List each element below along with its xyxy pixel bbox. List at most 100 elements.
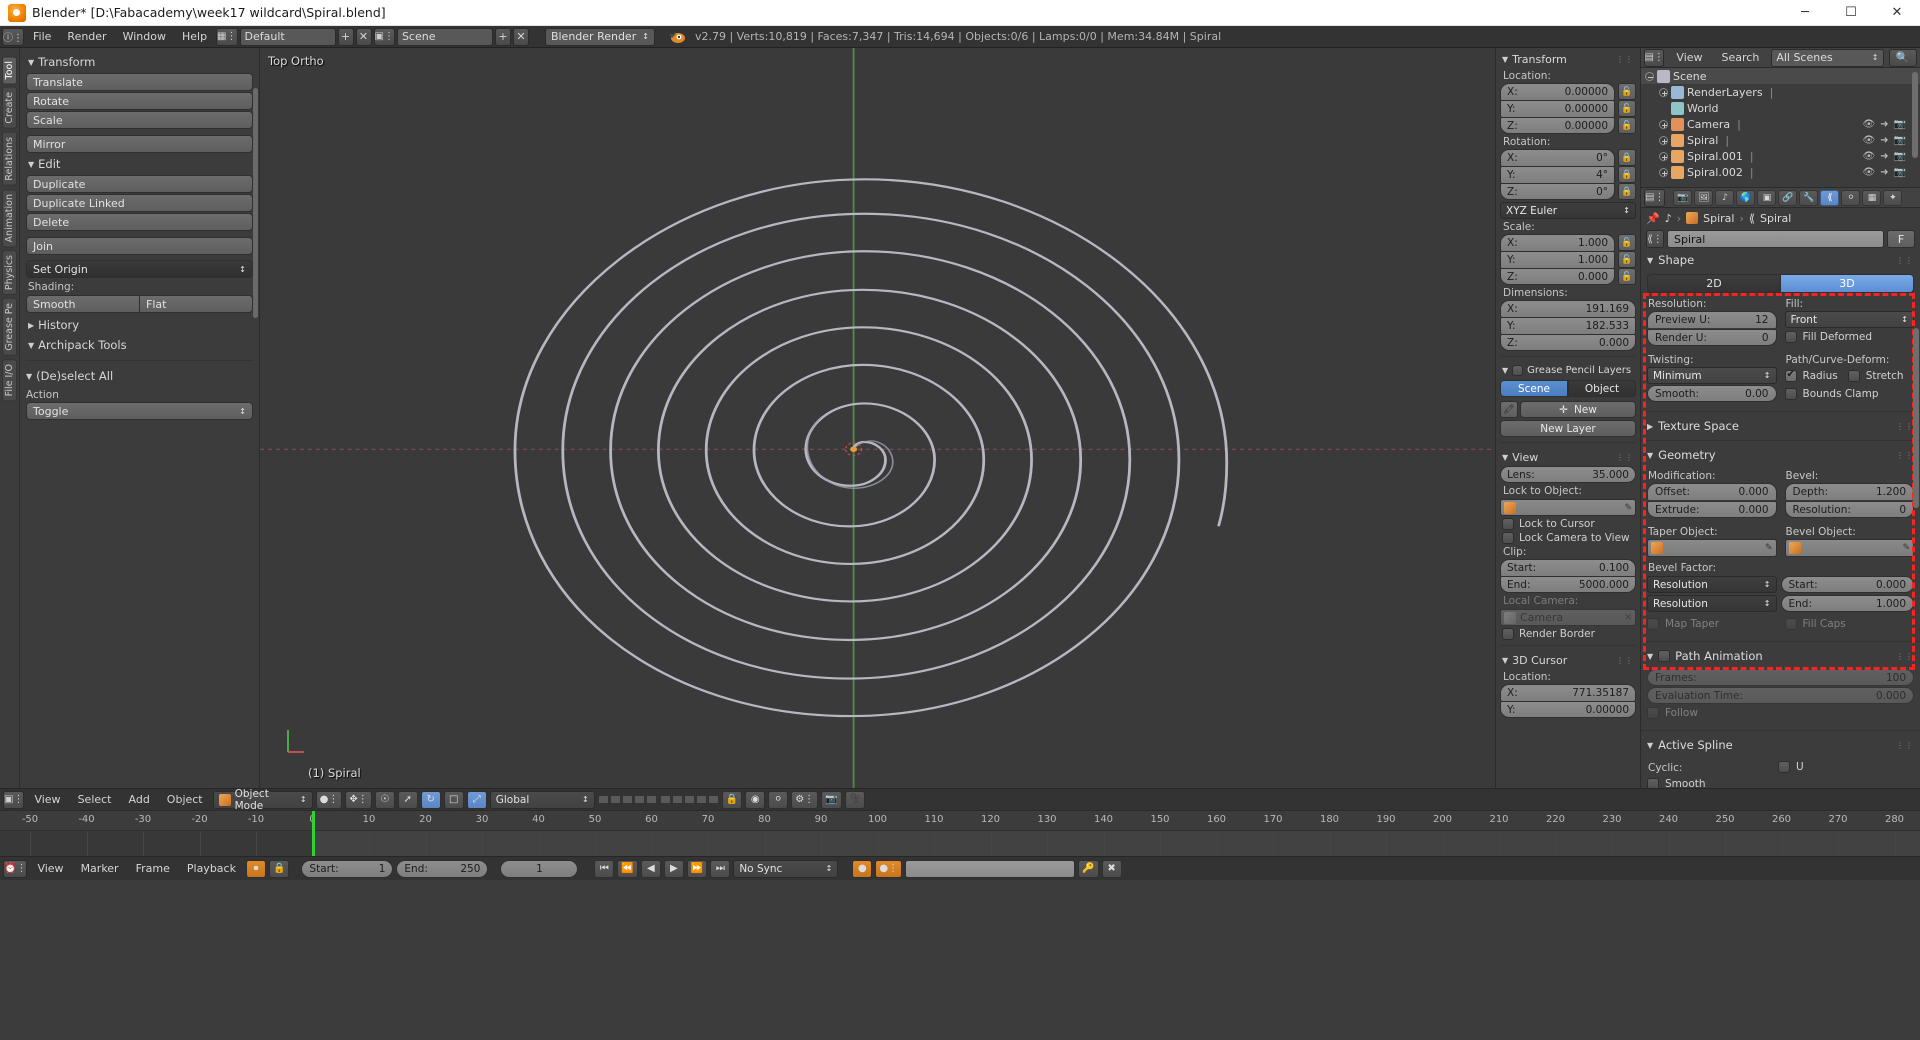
lock-rotation-y-button[interactable]: 🔒 (1618, 166, 1636, 183)
outliner-editor-type-icon[interactable]: ▤⋮ (1644, 48, 1665, 67)
current-frame-field[interactable]: 1 (500, 859, 579, 878)
outliner-search-menu[interactable]: Search (1715, 49, 1767, 67)
render-u-field[interactable]: Render U: 0 (1647, 329, 1777, 346)
translate-button[interactable]: Translate (26, 73, 253, 91)
manipulator-extra-button[interactable]: ⤢ (466, 790, 487, 809)
location-z-field[interactable]: Z: 0.00000 (1500, 117, 1615, 134)
scene-browse-icon[interactable]: ▣⋮ (373, 27, 395, 46)
cursor-y-field[interactable]: Y: 0.00000 (1500, 701, 1636, 718)
toolshelf-tab-grease-pencil[interactable]: Grease Pe (2, 298, 17, 357)
outliner-row-world[interactable]: World (1641, 100, 1920, 116)
outliner-row-camera[interactable]: Camera | 👁 ➜ 📷 (1641, 116, 1920, 132)
extrude-field[interactable]: Extrude: 0.000 (1647, 501, 1777, 518)
toolshelf-tab-relations[interactable]: Relations (2, 132, 17, 186)
eyedropper-icon[interactable]: ✎ (1624, 503, 1632, 513)
breadcrumb-data-label[interactable]: Spiral (1760, 212, 1791, 225)
expander-icon[interactable] (1645, 71, 1654, 81)
datablock-name-input[interactable]: Spiral (1667, 230, 1884, 248)
minimize-button[interactable]: ─ (1782, 0, 1828, 26)
shape-panel-header[interactable]: ▼ Shape ⋮⋮ (1641, 250, 1920, 270)
rotation-mode-dropdown[interactable]: XYZ Euler ↕ (1500, 202, 1636, 219)
camera-icon[interactable]: 📷 (1894, 167, 1906, 178)
scale-button[interactable]: Scale (26, 111, 253, 129)
view-panel-header[interactable]: ▼ View ⋮⋮ (1500, 448, 1636, 466)
archipack-panel-header[interactable]: ▼ Archipack Tools (26, 335, 253, 355)
lock-layers-button[interactable]: 🔒 (721, 790, 743, 809)
gp-new-layer-button[interactable]: New Layer (1500, 420, 1636, 437)
n-transform-header[interactable]: ▼ Transform ⋮⋮ (1500, 50, 1636, 68)
lock-scale-z-button[interactable]: 🔓 (1618, 268, 1636, 285)
frame-end-field[interactable]: End: 250 (396, 859, 489, 878)
jump-to-prev-keyframe-button[interactable]: ⏪ (617, 859, 638, 878)
shape-2d-button[interactable]: 2D (1647, 274, 1781, 293)
lock-scale-x-button[interactable]: 🔓 (1618, 234, 1636, 251)
viewport-menu-select[interactable]: Select (71, 789, 119, 811)
fill-mode-dropdown[interactable]: Front ↕ (1784, 311, 1914, 328)
expander-icon[interactable] (1659, 135, 1668, 145)
active-spline-panel-header[interactable]: ▼ Active Spline ⋮⋮ (1641, 735, 1920, 755)
delete-keyframe-button[interactable]: ✖ (1101, 859, 1122, 878)
outliner-row-spiral[interactable]: Spiral | 👁 ➜ 📷 (1641, 132, 1920, 148)
twist-smooth-field[interactable]: Smooth: 0.00 (1647, 385, 1777, 402)
screen-layout-icon[interactable]: ▦⋮ (216, 27, 238, 46)
keying-set-lock-button[interactable]: 🔒 (268, 859, 290, 878)
bounds-clamp-checkbox[interactable]: Bounds Clamp (1784, 388, 1915, 400)
tab-object-data[interactable]: ⟪ (1820, 189, 1840, 206)
dimension-z-field[interactable]: Z: 0.000 (1500, 334, 1636, 351)
rotation-x-field[interactable]: X: 0° (1500, 149, 1615, 166)
eyedropper-icon[interactable]: ✎ (1765, 543, 1773, 553)
outliner-row-scene[interactable]: Scene (1641, 68, 1920, 84)
opengl-render-anim-button[interactable]: 🎥 (844, 790, 866, 809)
action-dropdown[interactable]: Toggle ↕ (26, 402, 253, 420)
bevel-start-mapping-dropdown[interactable]: Resolution ↕ (1647, 576, 1777, 593)
rotation-z-field[interactable]: Z: 0° (1500, 183, 1615, 200)
toolshelf-tab-create[interactable]: Create (2, 87, 17, 130)
tab-material[interactable]: ⚪ (1841, 189, 1861, 206)
eye-icon[interactable]: 👁 (1862, 135, 1875, 146)
dimension-y-field[interactable]: Y: 182.533 (1500, 317, 1636, 334)
auto-keyframe-button[interactable]: ⏺ (245, 859, 266, 878)
twist-method-dropdown[interactable]: Minimum ↕ (1647, 367, 1777, 384)
eyedropper-icon[interactable]: ✎ (1902, 543, 1910, 553)
geometry-panel-header[interactable]: ▼ Geometry ⋮⋮ (1641, 445, 1920, 465)
translate-manipulator-button[interactable]: ➚ (397, 790, 418, 809)
expander-icon[interactable] (1659, 151, 1668, 161)
location-y-field[interactable]: Y: 0.00000 (1500, 100, 1615, 117)
tab-constraints[interactable]: 🔗 (1778, 189, 1798, 206)
screen-layout-dropdown[interactable]: Default (239, 27, 336, 46)
tab-render[interactable]: 📷 (1673, 189, 1693, 206)
tab-world[interactable]: 🌎 (1736, 189, 1756, 206)
expander-icon[interactable] (1659, 87, 1668, 97)
join-button[interactable]: Join (26, 237, 253, 255)
menu-file[interactable]: File (26, 26, 58, 48)
properties-editor-type-icon[interactable]: ▤⋮ (1644, 188, 1666, 207)
keying-set-input[interactable] (905, 859, 1076, 878)
curve-browse-icon[interactable]: ⟪⋮ (1646, 230, 1664, 248)
maximize-button[interactable]: ☐ (1828, 0, 1874, 26)
expander-icon[interactable] (1659, 167, 1668, 177)
opengl-render-button[interactable]: 📷 (821, 790, 842, 809)
timeline-menu-frame[interactable]: Frame (129, 858, 177, 880)
play-reverse-button[interactable]: ◀ (640, 859, 661, 878)
camera-icon[interactable]: 📷 (1894, 135, 1906, 146)
duplicate-button[interactable]: Duplicate (26, 175, 253, 193)
bevel-depth-field[interactable]: Depth: 1.200 (1784, 483, 1914, 500)
clip-end-field[interactable]: End: 5000.000 (1500, 576, 1636, 593)
viewport-menu-object[interactable]: Object (160, 789, 210, 811)
expander-icon[interactable] (1659, 119, 1668, 129)
set-origin-dropdown[interactable]: Set Origin ↕ (26, 260, 253, 278)
viewport-menu-add[interactable]: Add (122, 789, 157, 811)
lock-scale-y-button[interactable]: 🔓 (1618, 251, 1636, 268)
lock-camera-to-view-checkbox[interactable]: Lock Camera to View (1502, 532, 1636, 544)
timeline-editor[interactable]: -50-40-30-20-100102030405060708090100110… (0, 810, 1920, 856)
path-animation-checkbox[interactable] (1658, 650, 1671, 662)
viewport-menu-view[interactable]: View (27, 789, 67, 811)
menu-render[interactable]: Render (60, 26, 113, 48)
mirror-button[interactable]: Mirror (26, 135, 253, 153)
eye-icon[interactable]: 👁 (1862, 167, 1875, 178)
timeline-menu-view[interactable]: View (30, 858, 70, 880)
edit-panel-header[interactable]: ▼ Edit (26, 154, 253, 174)
offset-field[interactable]: Offset: 0.000 (1647, 483, 1777, 500)
tab-particles[interactable]: ✦ (1883, 189, 1903, 206)
scale-manipulator-button[interactable]: □ (443, 790, 464, 809)
